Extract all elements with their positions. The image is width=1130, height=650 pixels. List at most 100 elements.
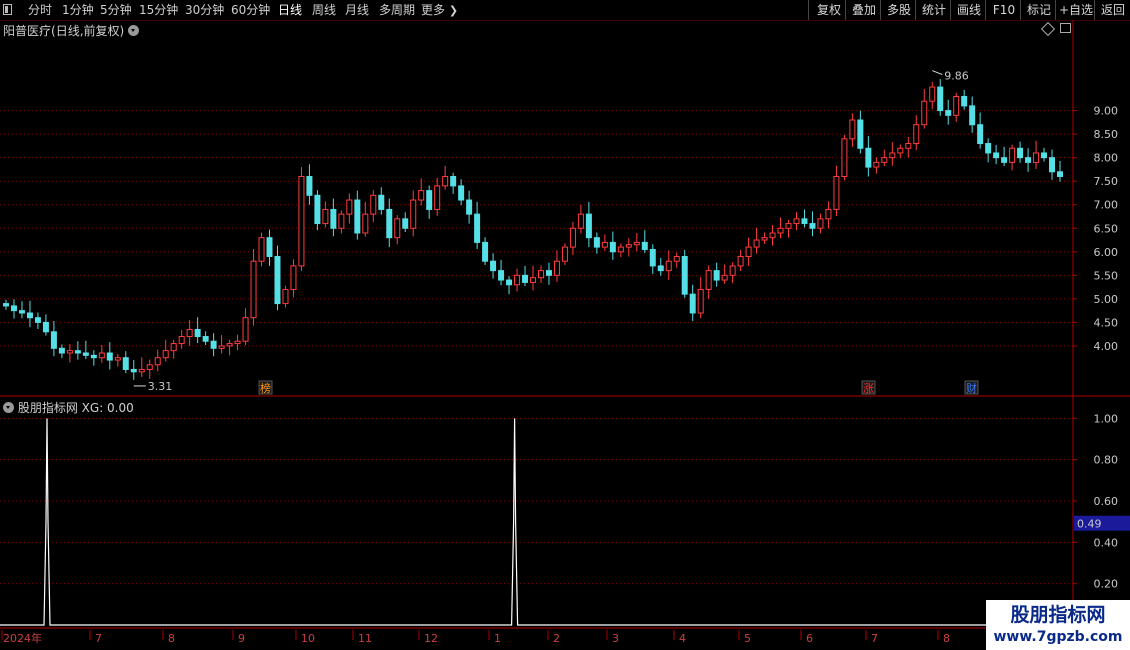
candle-body [490, 260, 497, 272]
candle [969, 96, 976, 133]
candle [386, 198, 393, 248]
candle [66, 344, 73, 363]
candle [857, 110, 864, 154]
candle [577, 204, 584, 234]
candle [841, 135, 848, 181]
candle-body [713, 270, 720, 281]
candle [130, 360, 137, 380]
candle [665, 250, 672, 281]
candle-body [234, 340, 241, 345]
main-tick-label: 8.00 [1094, 152, 1119, 165]
candle [865, 136, 872, 177]
candle [482, 237, 489, 265]
candle-body [633, 241, 640, 246]
candle [537, 265, 544, 283]
candle-body [841, 138, 848, 177]
candle-body [282, 288, 289, 305]
candle-body [226, 343, 233, 347]
candle-body [873, 161, 880, 168]
candle [514, 268, 521, 292]
candle-body [641, 241, 648, 250]
candle-body [410, 199, 417, 229]
candle [649, 244, 656, 274]
candle [625, 238, 632, 257]
main-tick-label: 7.50 [1094, 175, 1119, 188]
candle [394, 215, 401, 245]
candle [202, 331, 209, 345]
candle [897, 144, 904, 159]
candle-body [537, 270, 544, 279]
candle-body [338, 213, 345, 229]
candle-body [569, 227, 576, 248]
candle-body [1025, 157, 1032, 163]
candle [490, 253, 497, 279]
candle-body [1057, 171, 1063, 177]
candle-body [697, 288, 704, 314]
candle [793, 212, 800, 231]
candle [242, 308, 249, 345]
candle-body [122, 357, 129, 370]
indicator-tick-label: 0.80 [1094, 454, 1119, 467]
candle [761, 232, 768, 244]
candle-body [322, 208, 329, 225]
candle [985, 138, 992, 163]
candle [90, 350, 97, 366]
candle-body [426, 190, 433, 210]
candle [1017, 141, 1024, 163]
x-axis-label: 6 [806, 632, 813, 645]
watermark-line1: 股朋指标网 [1010, 604, 1106, 626]
badge-label: 涨 [863, 382, 874, 395]
candle-body [865, 147, 872, 168]
candle-body [242, 317, 249, 342]
candle-body [785, 223, 792, 229]
candle [889, 142, 896, 166]
low-marker-label: 3.31 [148, 380, 173, 393]
x-axis-label: 2 [553, 632, 560, 645]
candle-body [801, 218, 808, 225]
candle [953, 92, 960, 122]
candle-body [482, 241, 489, 262]
candle-body [306, 175, 313, 196]
candle-body [681, 256, 688, 295]
candle-body [354, 199, 361, 234]
candle-body [913, 124, 920, 145]
candle-body [58, 347, 65, 354]
candle [418, 178, 425, 206]
candle [114, 353, 121, 367]
candle [633, 232, 640, 252]
candle-body [106, 352, 113, 361]
candle [522, 265, 529, 287]
main-tick-label: 6.00 [1094, 246, 1119, 259]
candle-body [721, 274, 728, 281]
high-marker-arrow [932, 70, 943, 76]
candle-body [689, 293, 696, 314]
candle-body [665, 260, 672, 272]
candle [705, 265, 712, 299]
candle-body [474, 213, 481, 243]
chart-canvas[interactable]: 9.00 8.50 8.00 7.50 7.00 6.50 6.00 5.50 5.00 4.50… [0, 0, 1130, 650]
candle [74, 341, 81, 360]
candle-body [553, 260, 560, 276]
x-axis-label: 3 [612, 632, 619, 645]
candle [673, 252, 680, 268]
candle-body [929, 86, 936, 102]
candle-body [130, 368, 137, 373]
candle-body [434, 185, 441, 210]
candle [753, 227, 760, 254]
candle [961, 89, 968, 110]
candle [362, 201, 369, 237]
candle [641, 230, 648, 254]
candle [1009, 144, 1016, 171]
main-tick-label: 4.00 [1094, 340, 1119, 353]
candle [1025, 148, 1032, 172]
candle-body [458, 185, 465, 201]
candle-body [218, 345, 225, 349]
candle [42, 314, 49, 336]
candle [338, 210, 345, 234]
candle-body [330, 208, 337, 229]
candle-body [1041, 152, 1048, 159]
candle [785, 219, 792, 238]
candle [98, 344, 105, 363]
x-axis-label: 5 [744, 632, 751, 645]
cursor-value-label: 0.49 [1077, 518, 1102, 531]
